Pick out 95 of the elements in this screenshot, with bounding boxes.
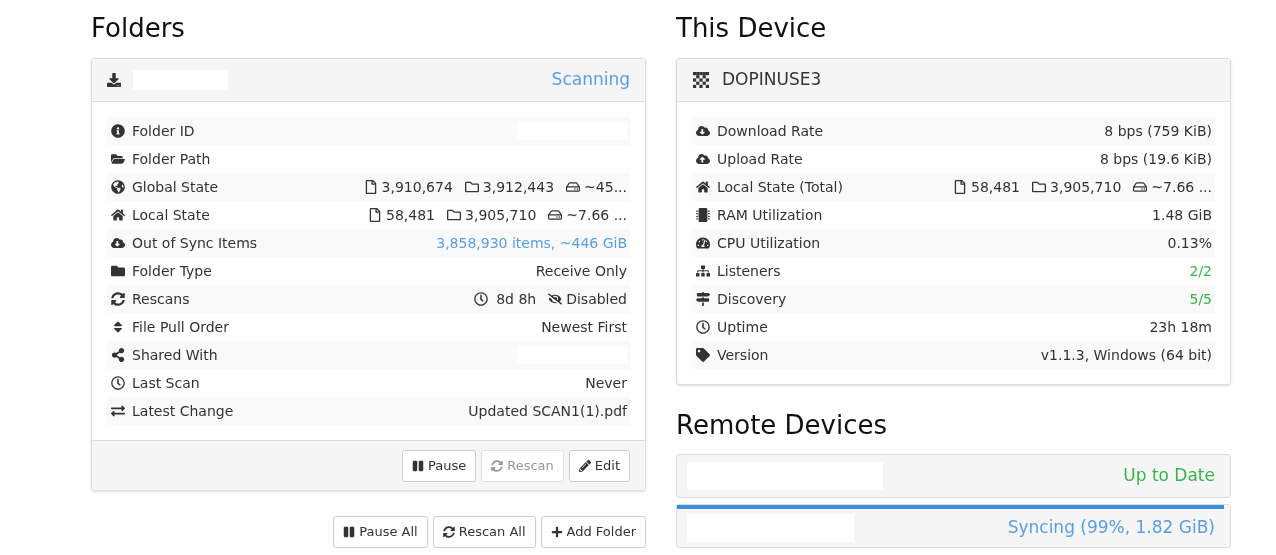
file-count: 58,481 [386,205,436,225]
row-value: Never [585,373,627,393]
row-label: Last Scan [132,373,200,393]
drive-icon [566,180,581,194]
row-label: Local State (Total) [717,177,843,197]
folder-icon [464,180,479,194]
folder-count: 3,905,710 [1050,177,1122,197]
row-label: RAM Utilization [717,205,823,225]
identicon-icon [692,72,710,88]
folder-status: Scanning [551,68,630,92]
file-icon [363,180,378,194]
section-heading: This Device [676,15,828,41]
home-icon [111,208,125,222]
folder-icon [447,208,462,222]
folder-count: 3,912,443 [482,177,555,197]
row-value: 8 bps (19.6 KiB) [1099,149,1212,169]
clock-icon [111,376,125,390]
clock-icon [474,292,489,306]
row-label: Folder Path [132,149,211,169]
cloud-upload-icon [696,152,710,166]
file-icon [368,208,383,222]
row-label: Latest Change [132,401,234,421]
row-value: Updated SCAN1(1).pdf [468,401,627,421]
file-icon [953,180,968,194]
row-label: Local State [132,205,210,225]
device-status: Up to Date [1123,464,1216,488]
eye-slash-icon [548,292,563,306]
watcher-state: Disabled [566,289,627,309]
exchange-icon [111,404,125,418]
home-icon [696,180,710,194]
toolbar-button[interactable]: Pause All [333,516,428,548]
refresh-icon [442,526,455,538]
row-label: Download Rate [717,121,824,141]
toolbar-button[interactable]: Add Folder [540,516,646,548]
chip-icon [696,208,710,222]
gauge-icon [696,236,710,250]
row-value: 8 bps (759 KiB) [1104,121,1212,141]
clock-icon [696,320,710,334]
folder-open-icon [111,152,125,166]
row-value: 5/5 [1189,289,1212,309]
row-label: CPU Utilization [717,233,821,253]
row-label: Folder Type [132,261,212,281]
row-label: Out of Sync Items [132,233,258,253]
size-value: ~7.66 ... [1151,177,1212,197]
refresh-icon [491,459,504,472]
pause-icon [412,459,424,472]
panel-button[interactable]: Pause [402,449,477,482]
row-label: Version [717,345,769,365]
folder-icon [1032,180,1047,194]
cloud-download-icon [111,236,125,250]
folder-count: 3,905,710 [465,205,537,225]
panel-button[interactable]: Edit [568,449,630,482]
row-value: 23h 18m [1149,317,1212,337]
folder-icon [111,264,125,278]
row-value: 2/2 [1189,261,1212,281]
section-heading: Folders [91,15,186,41]
pencil-icon [578,459,591,472]
download-icon [107,73,121,87]
share-icon [111,348,125,362]
row-value: 1.48 GiB [1152,205,1212,225]
row-label: Upload Rate [717,149,803,169]
tag-icon [696,348,710,362]
file-count: 3,910,674 [381,177,453,197]
plus-icon [550,526,563,538]
row-label: Shared With [132,345,218,365]
size-value: ~45... [584,177,627,197]
row-value: v1.1.3, Windows (64 bit) [1040,345,1212,365]
row-label: Global State [132,177,219,197]
globe-icon [111,180,125,194]
pause-icon [343,526,356,538]
file-count: 58,481 [971,177,1021,197]
row-label: Folder ID [132,121,195,141]
row-value: 3,858,930 items, ~446 GiB [436,233,627,253]
row-label: Discovery [717,289,787,309]
row-value: Receive Only [535,261,627,281]
refresh-icon [111,292,125,306]
rescan-interval: 8d 8h [496,289,537,309]
row-label: Listeners [717,261,781,281]
cloud-download-icon [696,124,710,138]
sort-icon [111,320,125,334]
section-heading: Remote Devices [676,412,889,438]
size-value: ~7.66 ... [566,205,627,225]
row-value: 0.13% [1167,233,1212,253]
row-label: Rescans [132,289,190,309]
device-status: Syncing (99%, 1.82 GiB) [1007,516,1216,540]
device-name: DOPINUSE3 [722,68,822,92]
toolbar-button[interactable]: Rescan All [432,516,536,548]
sitemap-icon [696,264,710,278]
row-label: File Pull Order [132,317,229,337]
drive-icon [1133,180,1148,194]
drive-icon [548,208,563,222]
row-value: Newest First [541,317,627,337]
info-icon [111,124,125,138]
signpost-icon [696,292,710,306]
row-label: Uptime [717,317,768,337]
